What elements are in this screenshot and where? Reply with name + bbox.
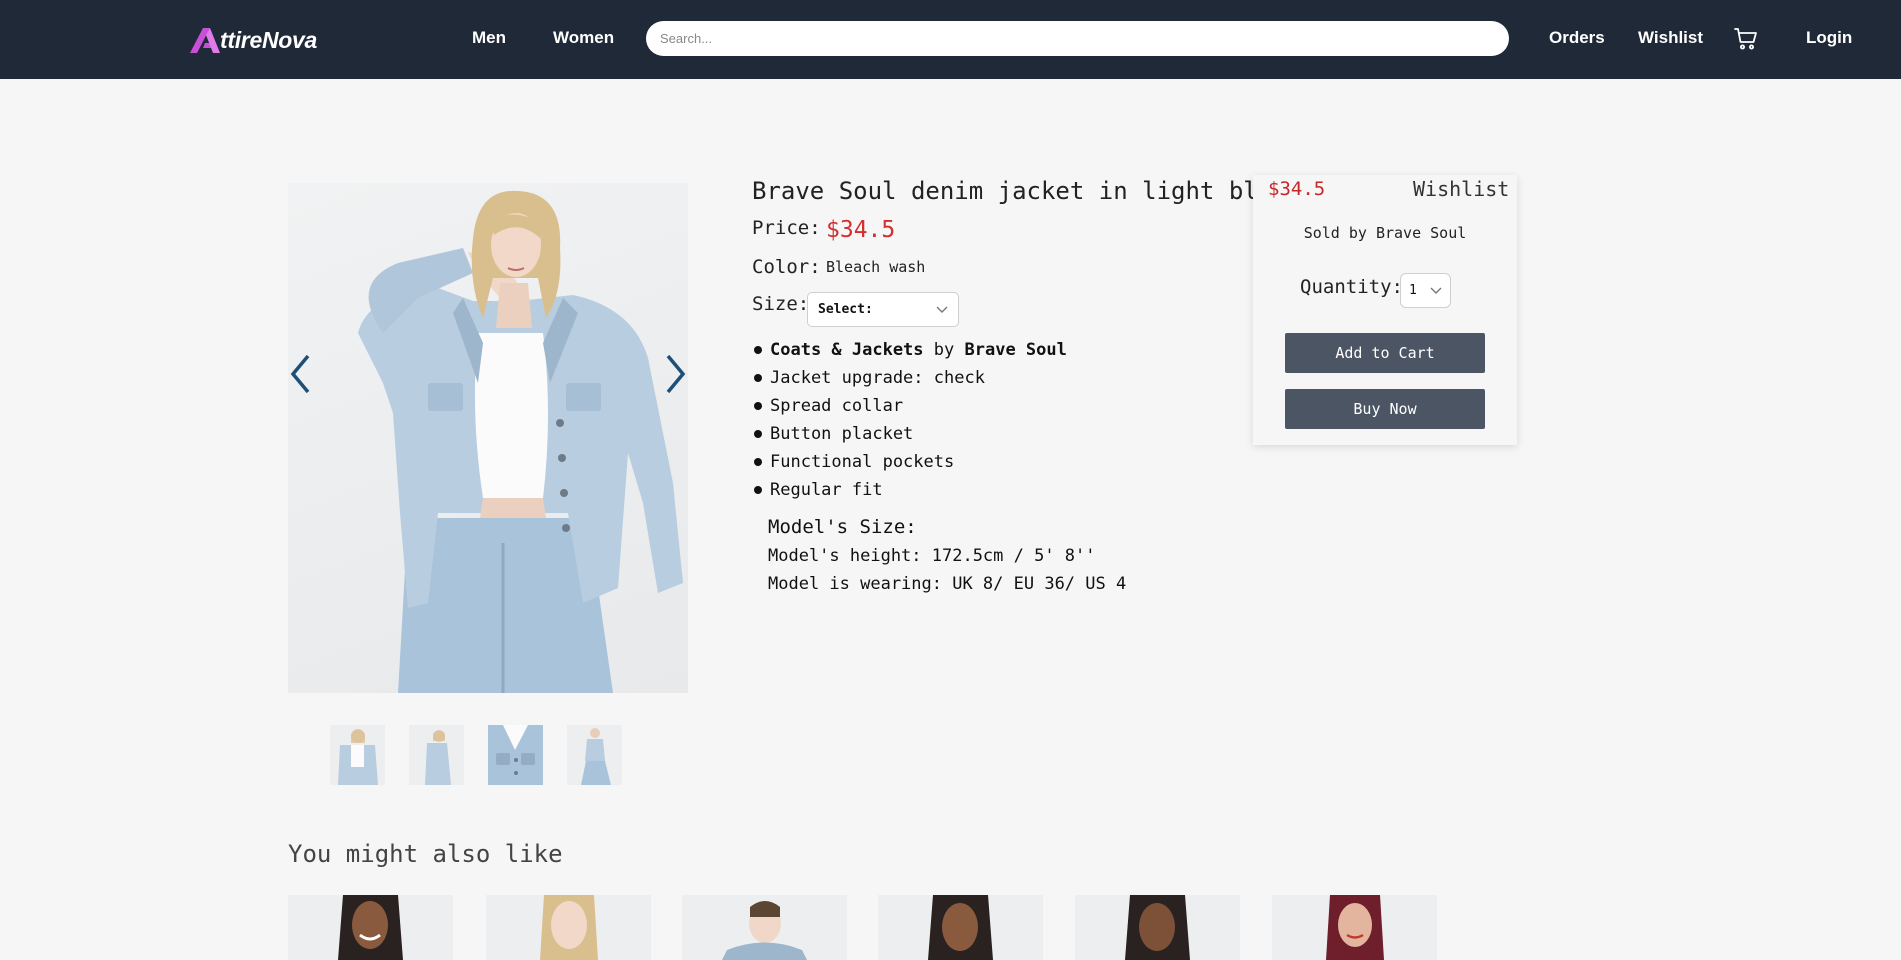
- chevron-down-icon: [1430, 287, 1442, 294]
- brand-logo[interactable]: ttireNova: [188, 24, 317, 56]
- recommendation-photo: [338, 895, 403, 960]
- price-label: Price:: [752, 217, 821, 239]
- recommendation-photo: [928, 895, 993, 960]
- list-item: Regular fit: [752, 476, 1067, 504]
- color-label: Color:: [752, 256, 821, 278]
- nav-link-login[interactable]: Login: [1806, 28, 1852, 48]
- thumbnail-photo-front: [338, 729, 378, 785]
- thumbnail-photo-detail: [488, 725, 543, 785]
- feature-text: Button placket: [770, 424, 914, 444]
- thumbnail-3[interactable]: [488, 725, 543, 785]
- buy-box-price: $34.5: [1268, 178, 1326, 200]
- feature-text: Functional pockets: [770, 452, 955, 472]
- color-value: Bleach wash: [826, 258, 926, 276]
- buy-now-button[interactable]: Buy Now: [1285, 389, 1485, 429]
- thumbnail-2[interactable]: [409, 725, 464, 785]
- nav-link-orders[interactable]: Orders: [1549, 28, 1605, 48]
- bullet-icon: [754, 346, 762, 354]
- feature-text: Jacket upgrade: check: [770, 368, 985, 388]
- chevron-down-icon: [936, 306, 948, 313]
- wishlist-button[interactable]: Wishlist: [1413, 177, 1509, 201]
- size-label: Size:: [752, 293, 810, 315]
- nav-link-men[interactable]: Men: [472, 28, 506, 48]
- product-category: Coats & Jackets: [770, 340, 924, 360]
- bullet-icon: [754, 458, 762, 466]
- recommendation-photo: [540, 895, 598, 960]
- nav-link-women[interactable]: Women: [553, 28, 614, 48]
- search-input[interactable]: [646, 21, 1509, 56]
- list-item: Spread collar: [752, 392, 1067, 420]
- bullet-icon: [754, 430, 762, 438]
- list-item: Functional pockets: [752, 448, 1067, 476]
- product-photo-jacket: [358, 190, 683, 693]
- chevron-right-icon[interactable]: [660, 352, 690, 396]
- product-price: $34.5: [826, 217, 896, 243]
- quantity-select[interactable]: 1: [1400, 273, 1451, 308]
- list-item: Button placket: [752, 420, 1067, 448]
- recommendation-card-3[interactable]: [682, 895, 847, 960]
- recommendation-photo: [722, 901, 807, 960]
- recommendation-card-2[interactable]: [486, 895, 651, 960]
- feature-text: Regular fit: [770, 480, 883, 500]
- logo-A-icon: [190, 28, 220, 53]
- recommendations-heading: You might also like: [288, 840, 563, 868]
- bullet-icon: [754, 402, 762, 410]
- sold-by-text: Sold by Brave Soul: [1303, 224, 1467, 242]
- by-text: by: [933, 340, 955, 360]
- size-select[interactable]: Select:: [807, 292, 959, 327]
- thumbnail-4[interactable]: [567, 725, 622, 785]
- product-brand: Brave Soul: [964, 340, 1067, 360]
- recommendation-card-4[interactable]: [878, 895, 1043, 960]
- recommendation-card-6[interactable]: [1272, 895, 1437, 960]
- size-select-value: Select:: [818, 302, 873, 317]
- recommendation-card-5[interactable]: [1075, 895, 1240, 960]
- product-feature-list: Coats & Jackets by Brave Soul Jacket upg…: [752, 336, 1067, 504]
- cart-icon[interactable]: [1734, 27, 1758, 51]
- logo-text: ttireNova: [220, 26, 317, 53]
- quantity-value: 1: [1409, 283, 1417, 298]
- model-wearing: Model is wearing: UK 8/ EU 36/ US 4: [768, 574, 1127, 594]
- model-height: Model's height: 172.5cm / 5' 8'': [768, 546, 1096, 566]
- quantity-label: Quantity:: [1300, 276, 1403, 298]
- nav-link-wishlist[interactable]: Wishlist: [1638, 28, 1703, 48]
- thumbnail-photo-back: [581, 728, 611, 785]
- chevron-left-icon[interactable]: [286, 352, 316, 396]
- thumbnail-1[interactable]: [330, 725, 385, 785]
- add-to-cart-button[interactable]: Add to Cart: [1285, 333, 1485, 373]
- model-size-heading: Model's Size:: [768, 516, 917, 538]
- recommendation-photo: [1326, 895, 1384, 960]
- bullet-icon: [754, 486, 762, 494]
- bullet-icon: [754, 374, 762, 382]
- model-size-info: Model's Size: Model's height: 172.5cm / …: [768, 512, 1126, 598]
- list-item: Coats & Jackets by Brave Soul: [752, 336, 1067, 364]
- recommendation-photo: [1125, 895, 1190, 960]
- product-main-image: [288, 183, 688, 693]
- top-navbar: ttireNova Men Women Orders Wishlist Logi…: [0, 0, 1901, 79]
- product-title: Brave Soul denim jacket in light blue: [752, 177, 1287, 205]
- list-item: Jacket upgrade: check: [752, 364, 1067, 392]
- thumbnail-photo-side: [425, 730, 451, 785]
- feature-text: Spread collar: [770, 396, 904, 416]
- recommendation-card-1[interactable]: [288, 895, 453, 960]
